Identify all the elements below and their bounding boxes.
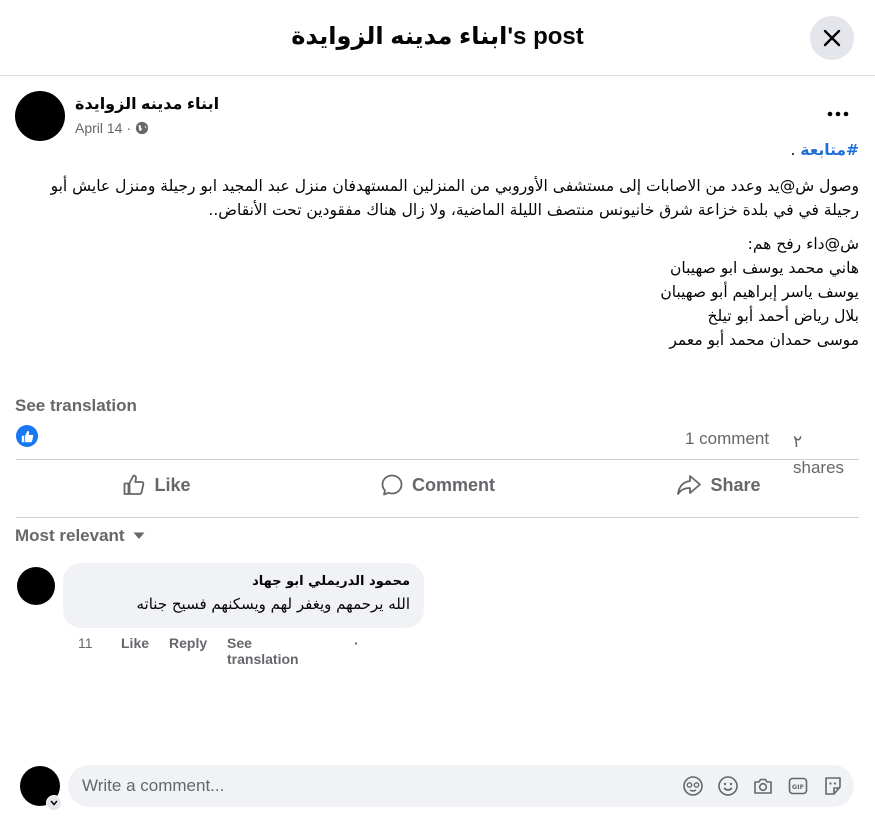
see-translation-link[interactable]: See translation xyxy=(15,396,137,416)
comment-input[interactable] xyxy=(82,765,642,807)
sort-label: Most relevant xyxy=(15,526,125,545)
hashtag-suffix: . xyxy=(790,141,801,159)
dialog-title: ابناء مدينه الزوايدة's post xyxy=(291,23,584,50)
comment-dot: · xyxy=(354,635,359,651)
commenter-avatar[interactable] xyxy=(17,567,55,605)
close-icon xyxy=(823,29,841,47)
comment-author[interactable]: محمود الدريملي ابو جهاد xyxy=(77,573,410,591)
post-meta: April 14 · xyxy=(75,120,149,136)
close-button[interactable] xyxy=(810,16,854,60)
comment-reply-button[interactable]: Reply xyxy=(169,635,207,651)
like-label: Like xyxy=(154,474,191,495)
divider xyxy=(16,517,859,518)
share-button[interactable]: Share xyxy=(578,464,859,506)
emoji-icon[interactable] xyxy=(716,774,739,797)
hashtag-link[interactable]: #متابعة xyxy=(800,141,859,159)
post-action-bar: Like Comment Share xyxy=(16,464,859,506)
sticker-icon[interactable] xyxy=(821,774,844,797)
like-button[interactable]: Like xyxy=(16,464,297,506)
comment-like-button[interactable]: Like xyxy=(121,635,149,651)
post-body: #متابعة . وصول ش@يد وعدد من الاصابات إلى… xyxy=(16,138,859,352)
comment-bubble-icon xyxy=(381,474,403,496)
like-reaction-icon[interactable] xyxy=(16,425,38,447)
composer-icons: GIF xyxy=(681,774,844,797)
hashtag-line: #متابعة . xyxy=(16,138,859,162)
gif-icon[interactable]: GIF xyxy=(786,774,809,797)
profile-switch-button[interactable] xyxy=(46,795,62,811)
post-paragraph-1: وصول ش@يد وعدد من الاصابات إلى مستشفى ال… xyxy=(50,177,859,219)
post-more-button[interactable] xyxy=(820,100,856,128)
camera-icon[interactable] xyxy=(751,774,774,797)
comment-bubble: محمود الدريملي ابو جهاد الله يرحمهم ويغف… xyxy=(63,563,424,628)
page-avatar[interactable] xyxy=(15,91,65,141)
comment-sort-dropdown[interactable]: Most relevant xyxy=(15,526,145,546)
svg-text:GIF: GIF xyxy=(791,783,803,791)
avatar-sticker-icon[interactable] xyxy=(681,774,704,797)
comment-button[interactable]: Comment xyxy=(297,464,578,506)
comment-time[interactable]: 11 xyxy=(78,635,93,651)
more-dots-icon xyxy=(827,111,849,117)
chevron-down-icon xyxy=(50,800,58,806)
dialog-header: ابناء مدينه الزوايدة's post xyxy=(0,0,875,76)
comment-label: Comment xyxy=(411,474,495,495)
post-author[interactable]: ابناء مدينه الزوايدة xyxy=(75,94,219,114)
thumbs-up-icon xyxy=(124,474,145,495)
post-date[interactable]: April 14 xyxy=(75,120,122,136)
comment-composer: GIF xyxy=(68,765,854,807)
divider xyxy=(16,459,859,460)
comments-count[interactable]: 1 comment xyxy=(685,429,769,449)
share-arrow-icon xyxy=(677,475,702,495)
post-paragraph-2: ش@داء رفح هم: هاني محمد يوسف ابو صهيبان … xyxy=(660,235,859,349)
caret-down-icon xyxy=(133,532,145,539)
comment-text: الله يرحمهم ويغفر لهم ويسكنهم فسيح جناته xyxy=(136,595,411,613)
globe-icon xyxy=(136,121,149,135)
meta-separator: · xyxy=(126,120,132,136)
thumbs-up-small-icon xyxy=(21,430,33,442)
comment-see-translation[interactable]: See translation xyxy=(227,635,299,667)
share-label: Share xyxy=(710,474,761,495)
